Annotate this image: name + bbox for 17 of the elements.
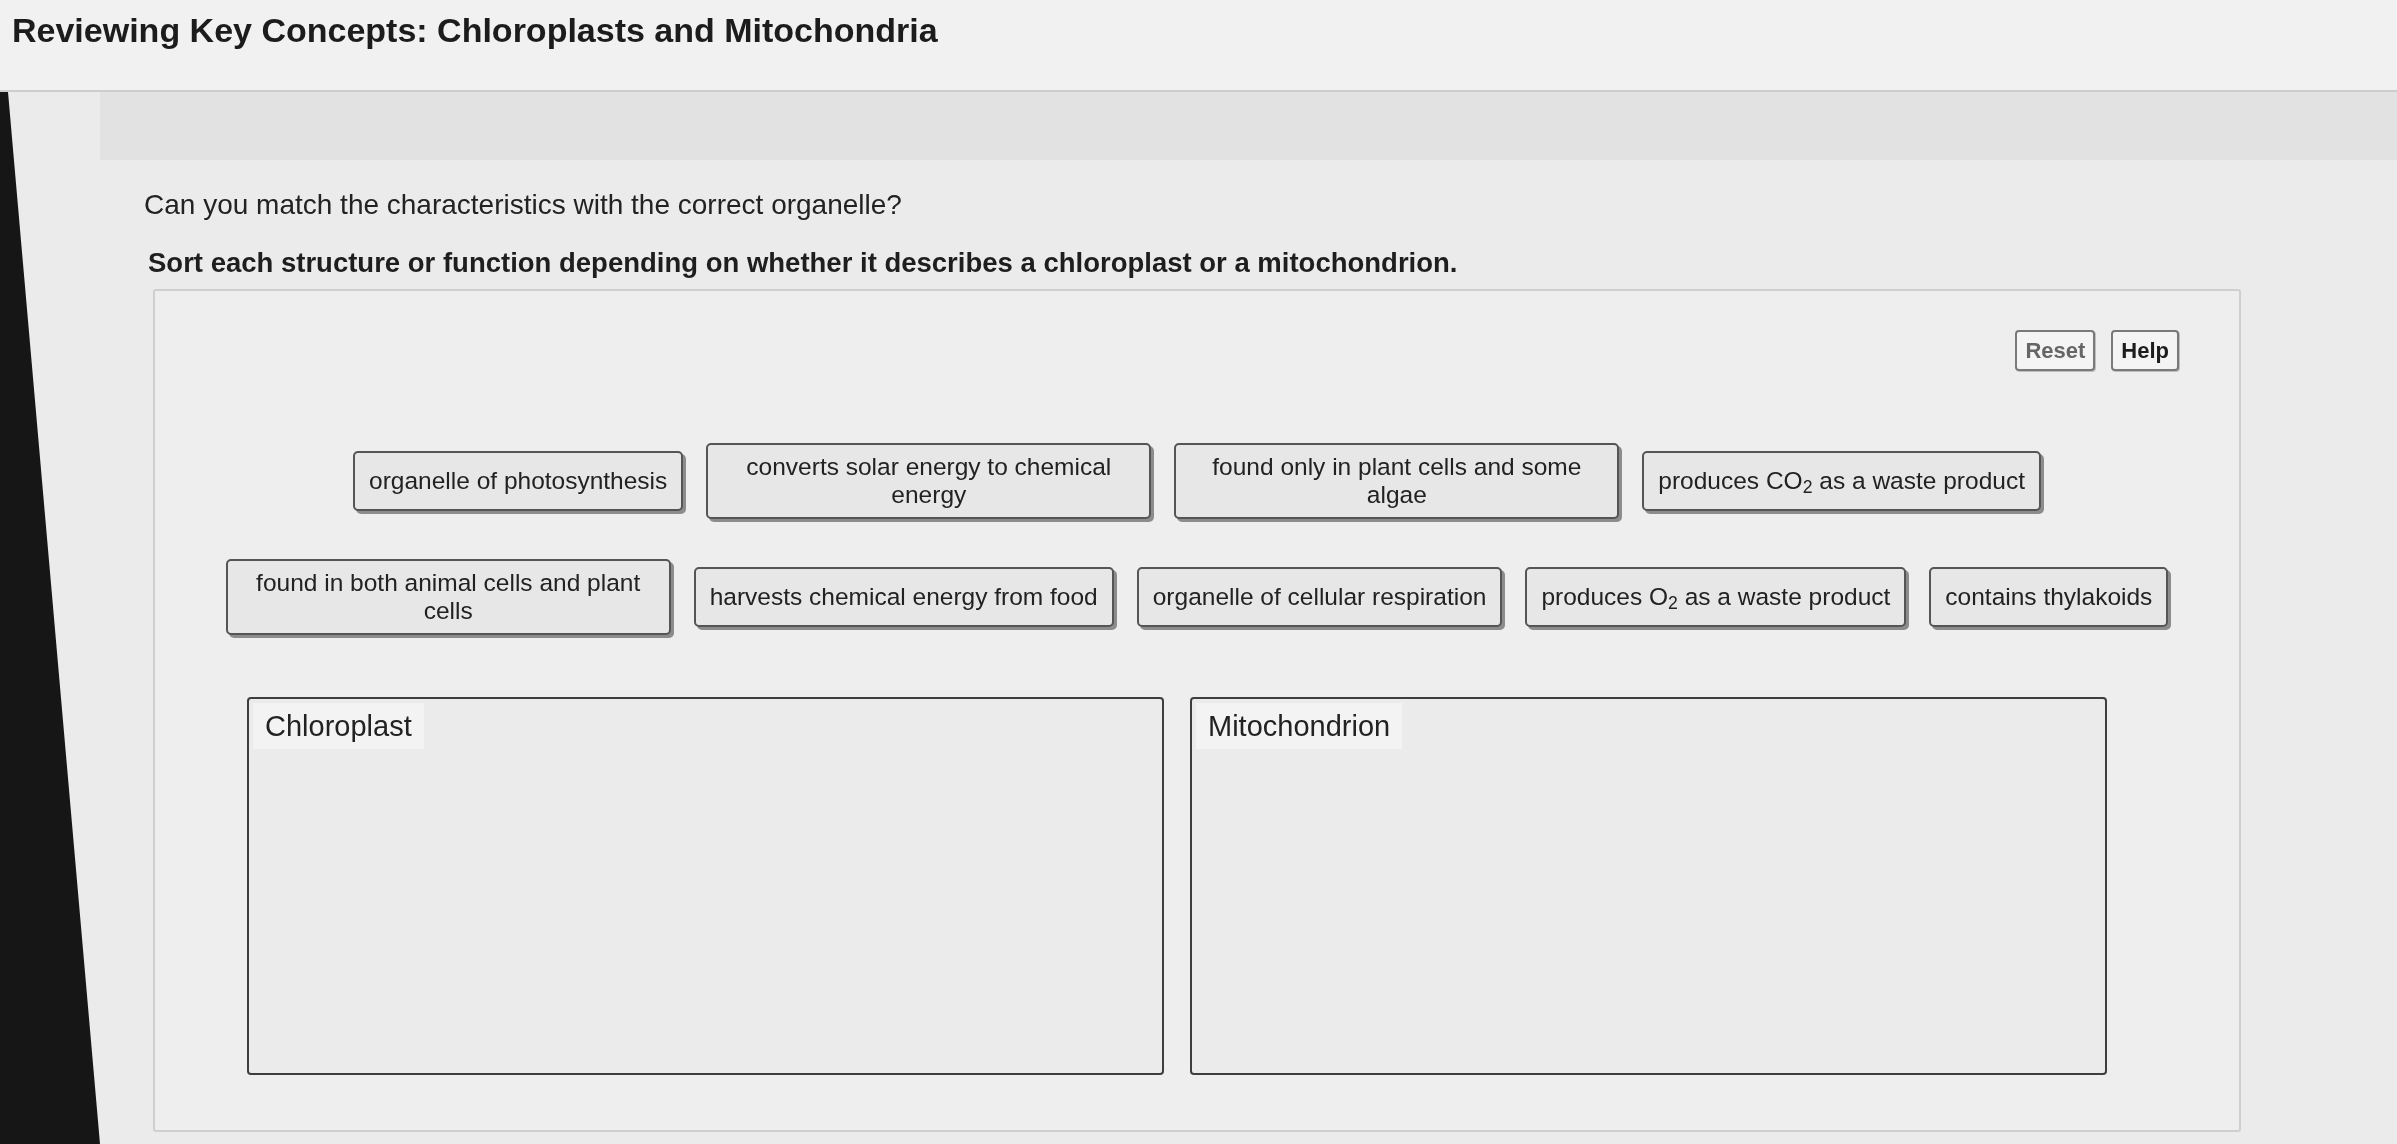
answer-tile[interactable]: organelle of cellular respiration [1136,567,1503,627]
help-button[interactable]: Help [2111,330,2179,371]
answer-tile[interactable]: organelle of photosynthesis [353,451,684,511]
instruction-text: Sort each structure or function depending on whether it describes a chloroplast or a mitochondrion. [148,246,1458,280]
page-title: Reviewing Key Concepts: Chloroplasts and Mitochondria [12,10,938,50]
answer-tile[interactable]: harvests chemical energy from food [693,567,1114,627]
answer-tile[interactable]: produces O$_{2}$ as a waste product [1525,567,1907,627]
answer-tile[interactable]: produces CO$_{2}$ as a waste product [1642,451,2041,511]
drop-zone[interactable]: Chloroplast [247,697,1164,1075]
answer-tile[interactable]: contains thylakoids [1929,567,2169,627]
answer-tile[interactable]: converts solar energy to chemical energy [706,443,1152,519]
question-text: Can you match the characteristics with the correct organelle? [144,188,902,222]
zone-label: Mitochondrion [1196,703,1403,749]
answer-tile[interactable]: found only in plant cells and some algae [1174,443,1620,519]
drop-zone[interactable]: Mitochondrion [1190,697,2107,1075]
zone-label: Chloroplast [253,703,424,749]
answer-tile[interactable]: found in both animal cells and plant cells [225,559,671,635]
